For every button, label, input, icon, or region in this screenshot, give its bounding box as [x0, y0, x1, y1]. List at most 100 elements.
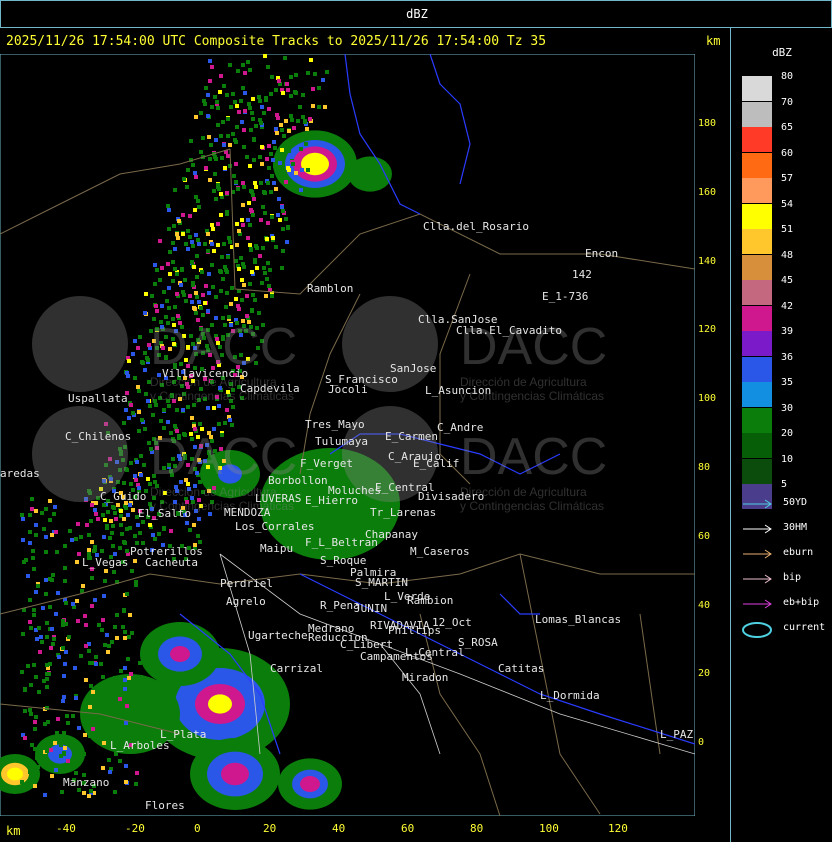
radar-pixel — [211, 285, 215, 289]
x-tick-label: 0 — [194, 822, 201, 835]
radar-pixel — [45, 621, 49, 625]
radar-pixel — [115, 613, 119, 617]
radar-pixel — [271, 236, 275, 240]
radar-pixel — [173, 305, 177, 309]
radar-pixel — [235, 222, 239, 226]
radar-pixel — [88, 734, 92, 738]
radar-pixel — [254, 124, 258, 128]
radar-pixel — [253, 298, 257, 302]
place-label: Ramblon — [307, 282, 353, 295]
radar-pixel — [63, 746, 67, 750]
radar-pixel — [166, 420, 170, 424]
radar-pixel — [125, 592, 129, 596]
radar-pixel — [173, 267, 177, 271]
radar-pixel — [20, 780, 24, 784]
radar-pixel — [295, 135, 299, 139]
radar-pixel — [258, 99, 262, 103]
radar-pixel — [94, 719, 98, 723]
place-label: Clla.del_Rosario — [423, 220, 529, 233]
radar-pixel — [321, 78, 325, 82]
radar-pixel — [285, 240, 289, 244]
radar-pixel — [158, 278, 162, 282]
radar-pixel — [221, 120, 225, 124]
radar-pixel — [210, 105, 214, 109]
radar-pixel — [37, 626, 41, 630]
radar-pixel — [37, 690, 41, 694]
radar-pixel — [199, 150, 203, 154]
radar-pixel — [171, 260, 175, 264]
x-tick-label: 20 — [263, 822, 277, 835]
radar-pixel — [186, 405, 190, 409]
radar-pixel — [292, 126, 296, 130]
radar-pixel — [186, 168, 190, 172]
radar-pixel — [137, 429, 141, 433]
radar-pixel — [219, 270, 223, 274]
arrow-icon — [743, 599, 772, 609]
radar-pixel — [84, 644, 88, 648]
radar-pixel — [245, 155, 249, 159]
radar-pixel — [261, 205, 265, 209]
place-label: Catitas — [498, 662, 544, 675]
radar-pixel — [260, 162, 264, 166]
radar-pixel — [143, 351, 147, 355]
radar-pixel — [171, 241, 175, 245]
radar-pixel — [264, 96, 268, 100]
place-label: Ugarteche — [248, 629, 308, 642]
radar-pixel — [214, 138, 218, 142]
radar-pixel — [219, 74, 223, 78]
radar-pixel — [251, 97, 255, 101]
radar-pixel — [203, 102, 207, 106]
radar-pixel — [122, 517, 126, 521]
legend-swatch — [742, 101, 772, 127]
radar-pixel — [204, 86, 208, 90]
radar-pixel — [62, 674, 66, 678]
radar-pixel — [67, 635, 71, 639]
radar-pixel — [54, 612, 58, 616]
legend-swatch — [742, 433, 772, 458]
radar-pixel — [118, 697, 122, 701]
legend-track-label: bip — [783, 572, 802, 583]
radar-pixel — [234, 180, 238, 184]
radar-pixel — [281, 91, 285, 95]
radar-pixel — [219, 192, 223, 196]
radar-pixel — [34, 715, 38, 719]
place-label: E_Hierro — [305, 494, 358, 507]
place-label: Divisadero — [418, 490, 484, 503]
radar-pixel — [308, 117, 312, 121]
legend-swatch — [742, 407, 772, 433]
radar-pixel — [118, 759, 122, 763]
radar-pixel — [34, 523, 38, 527]
radar-pixel — [193, 208, 197, 212]
radar-pixel — [251, 117, 255, 121]
radar-pixel — [77, 552, 81, 556]
radar-pixel — [213, 95, 217, 99]
radar-pixel — [44, 550, 48, 554]
radar-pixel — [184, 242, 188, 246]
radar-pixel — [191, 163, 195, 167]
radar-pixel — [196, 238, 200, 242]
radar-pixel — [121, 705, 125, 709]
radar-map[interactable]: DACCDirección de Agriculturay Contingenc… — [0, 54, 695, 816]
radar-pixel — [235, 125, 239, 129]
legend-swatch-label: 65 — [781, 122, 794, 133]
radar-pixel — [87, 728, 91, 732]
radar-pixel — [55, 731, 59, 735]
radar-pixel — [81, 584, 85, 588]
radar-pixel — [136, 385, 140, 389]
radar-pixel — [217, 422, 221, 426]
radar-pixel — [93, 697, 97, 701]
radar-pixel — [84, 623, 88, 627]
radar-pixel — [186, 229, 190, 233]
radar-pixel — [119, 523, 123, 527]
radar-pixel — [194, 175, 198, 179]
radar-pixel — [279, 123, 283, 127]
arrow-icon — [743, 549, 772, 559]
radar-pixel — [123, 666, 127, 670]
radar-pixel — [282, 155, 286, 159]
radar-pixel — [286, 225, 290, 229]
radar-pixel — [128, 613, 132, 617]
radar-pixel — [196, 534, 200, 538]
radar-pixel — [269, 92, 273, 96]
radar-pixel — [133, 339, 137, 343]
radar-pixel — [44, 592, 48, 596]
